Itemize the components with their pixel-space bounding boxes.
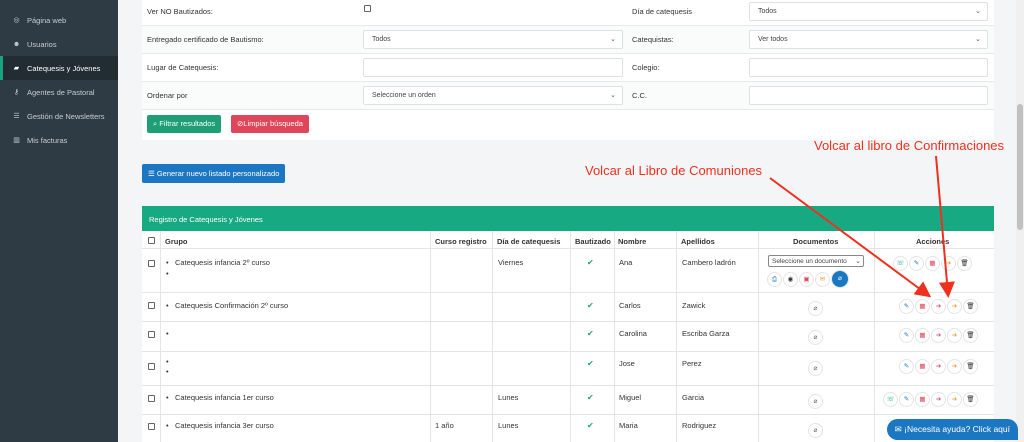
arrow-to-comuniones bbox=[769, 177, 932, 298]
users-icon: ☻ bbox=[12, 40, 21, 48]
arrow-to-confirmaciones bbox=[935, 155, 955, 298]
help-button[interactable]: ✉ ¡Necesita ayuda? Click aquí bbox=[886, 419, 1018, 440]
sidebar-item-label: Mis facturas bbox=[27, 135, 68, 145]
sidebar-item-usuarios[interactable]: ☻ Usuarios bbox=[0, 32, 118, 56]
sidebar-item-catequesis[interactable]: ▰ Catequesis y Jóvenes bbox=[0, 56, 118, 80]
sidebar: ◎ Página web ☻ Usuarios ▰ Catequesis y Jóve… bbox=[0, 0, 118, 442]
scrollbar-thumb[interactable] bbox=[1017, 104, 1023, 230]
scrollbar[interactable] bbox=[1016, 0, 1024, 442]
globe-icon: ◎ bbox=[13, 17, 20, 24]
envelope-icon: ✉ bbox=[894, 424, 905, 434]
sidebar-item-newsletters[interactable]: ☰ Gestión de Newsletters bbox=[0, 104, 118, 128]
annotation-arrows bbox=[769, 155, 955, 298]
sidebar-item-label: Agentes de Pastoral bbox=[27, 87, 95, 97]
sidebar-item-label: Página web bbox=[27, 15, 67, 25]
book-icon: ▰ bbox=[13, 65, 20, 72]
main-content: Ver NO Bautizados: Día de catequesis Tod… bbox=[118, 0, 1016, 442]
list-icon: ☰ bbox=[13, 113, 20, 120]
sidebar-item-label: Usuarios bbox=[27, 39, 57, 49]
chart-icon: ▥ bbox=[13, 137, 20, 144]
sidebar-item-label: Gestión de Newsletters bbox=[27, 111, 105, 121]
key-icon: ⚷ bbox=[13, 89, 20, 96]
sidebar-item-facturas[interactable]: ▥ Mis facturas bbox=[0, 128, 118, 152]
sidebar-item-pagina-web[interactable]: ◎ Página web bbox=[0, 8, 118, 32]
sidebar-item-label: Catequesis y Jóvenes bbox=[27, 63, 101, 73]
help-button-label: ¡Necesita ayuda? Click aquí bbox=[904, 424, 1010, 434]
sidebar-item-agentes[interactable]: ⚷ Agentes de Pastoral bbox=[0, 80, 118, 104]
